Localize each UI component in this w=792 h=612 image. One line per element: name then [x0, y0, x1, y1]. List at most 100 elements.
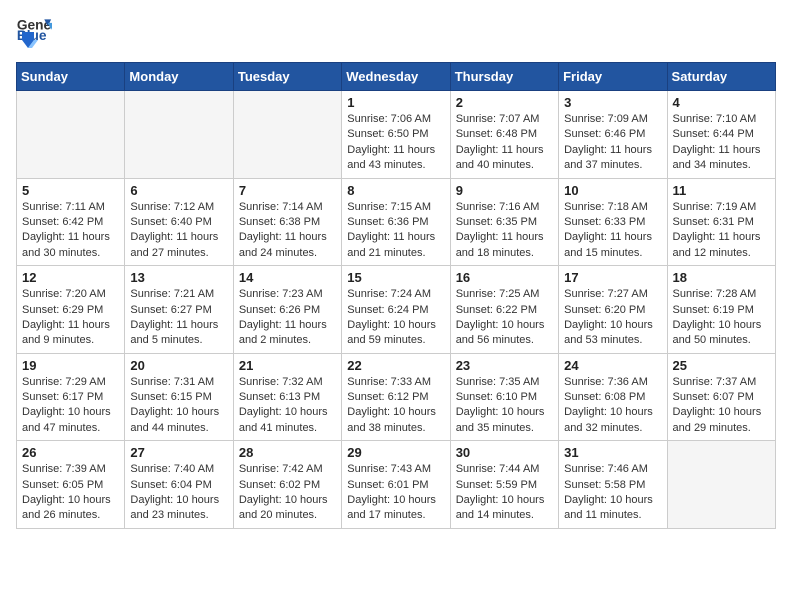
calendar-cell: 4 Sunrise: 7:10 AM Sunset: 6:44 PM Daylig… [667, 91, 775, 179]
calendar-cell: 25 Sunrise: 7:37 AM Sunset: 6:07 PM Dayli… [667, 353, 775, 441]
day-number: 1 [347, 95, 444, 110]
day-info: Sunrise: 7:12 AM Sunset: 6:40 PM Dayligh… [130, 200, 227, 262]
day-number: 7 [239, 183, 336, 198]
calendar-cell: 23 Sunrise: 7:35 AM Sunset: 6:10 PM Dayli… [450, 353, 558, 441]
day-info: Sunrise: 7:09 AM Sunset: 6:46 PM Dayligh… [564, 112, 661, 174]
week-row: 19 Sunrise: 7:29 AM Sunset: 6:17 PM Dayli… [17, 353, 776, 441]
day-number: 31 [564, 445, 661, 460]
calendar-cell: 7 Sunrise: 7:14 AM Sunset: 6:38 PM Daylig… [233, 178, 341, 266]
calendar-cell: 5 Sunrise: 7:11 AM Sunset: 6:42 PM Daylig… [17, 178, 125, 266]
day-info: Sunrise: 7:31 AM Sunset: 6:15 PM Dayligh… [130, 375, 227, 437]
day-info: Sunrise: 7:40 AM Sunset: 6:04 PM Dayligh… [130, 462, 227, 524]
day-info: Sunrise: 7:06 AM Sunset: 6:50 PM Dayligh… [347, 112, 444, 174]
day-number: 25 [673, 358, 770, 373]
day-info: Sunrise: 7:23 AM Sunset: 6:26 PM Dayligh… [239, 287, 336, 349]
day-info: Sunrise: 7:11 AM Sunset: 6:42 PM Dayligh… [22, 200, 119, 262]
day-info: Sunrise: 7:10 AM Sunset: 6:44 PM Dayligh… [673, 112, 770, 174]
calendar-cell: 29Sunrise: 7:43 AM Sunset: 6:01 PM Dayli… [342, 441, 450, 529]
day-info: Sunrise: 7:16 AM Sunset: 6:35 PM Dayligh… [456, 200, 553, 262]
day-info: Sunrise: 7:20 AM Sunset: 6:29 PM Dayligh… [22, 287, 119, 349]
weekday-header-row: SundayMondayTuesdayWednesdayThursdayFrid… [17, 63, 776, 91]
day-number: 16 [456, 270, 553, 285]
calendar-cell: 8 Sunrise: 7:15 AM Sunset: 6:36 PM Daylig… [342, 178, 450, 266]
logo-arrow-icon [18, 30, 38, 50]
day-number: 12 [22, 270, 119, 285]
day-info: Sunrise: 7:15 AM Sunset: 6:36 PM Dayligh… [347, 200, 444, 262]
day-info: Sunrise: 7:35 AM Sunset: 6:10 PM Dayligh… [456, 375, 553, 437]
day-number: 19 [22, 358, 119, 373]
day-info: Sunrise: 7:32 AM Sunset: 6:13 PM Dayligh… [239, 375, 336, 437]
day-info: Sunrise: 7:19 AM Sunset: 6:31 PM Dayligh… [673, 200, 770, 262]
weekday-header: Sunday [17, 63, 125, 91]
calendar-cell: 21 Sunrise: 7:32 AM Sunset: 6:13 PM Dayli… [233, 353, 341, 441]
week-row: 5 Sunrise: 7:11 AM Sunset: 6:42 PM Daylig… [17, 178, 776, 266]
day-info: Sunrise: 7:42 AM Sunset: 6:02 PM Dayligh… [239, 462, 336, 524]
calendar-cell: 20 Sunrise: 7:31 AM Sunset: 6:15 PM Dayli… [125, 353, 233, 441]
calendar-cell: 30 Sunrise: 7:44 AM Sunset: 5:59 PM Dayli… [450, 441, 558, 529]
weekday-header: Tuesday [233, 63, 341, 91]
day-info: Sunrise: 7:33 AM Sunset: 6:12 PM Dayligh… [347, 375, 444, 437]
calendar-cell: 6 Sunrise: 7:12 AM Sunset: 6:40 PM Daylig… [125, 178, 233, 266]
calendar-cell: 3 Sunrise: 7:09 AM Sunset: 6:46 PM Daylig… [559, 91, 667, 179]
week-row: 1 Sunrise: 7:06 AM Sunset: 6:50 PM Daylig… [17, 91, 776, 179]
calendar-cell: 2 Sunrise: 7:07 AM Sunset: 6:48 PM Daylig… [450, 91, 558, 179]
day-number: 28 [239, 445, 336, 460]
calendar-cell: 9Sunrise: 7:16 AM Sunset: 6:35 PM Daylig… [450, 178, 558, 266]
day-number: 27 [130, 445, 227, 460]
weekday-header: Thursday [450, 63, 558, 91]
calendar-cell: 10Sunrise: 7:18 AM Sunset: 6:33 PM Dayli… [559, 178, 667, 266]
page-header: General Blue [16, 16, 776, 50]
calendar-cell: 13 Sunrise: 7:21 AM Sunset: 6:27 PM Dayli… [125, 266, 233, 354]
calendar-cell: 11 Sunrise: 7:19 AM Sunset: 6:31 PM Dayli… [667, 178, 775, 266]
weekday-header: Saturday [667, 63, 775, 91]
week-row: 26 Sunrise: 7:39 AM Sunset: 6:05 PM Dayli… [17, 441, 776, 529]
day-number: 30 [456, 445, 553, 460]
day-number: 5 [22, 183, 119, 198]
day-number: 21 [239, 358, 336, 373]
day-info: Sunrise: 7:37 AM Sunset: 6:07 PM Dayligh… [673, 375, 770, 437]
day-number: 29 [347, 445, 444, 460]
day-number: 26 [22, 445, 119, 460]
calendar-cell [233, 91, 341, 179]
day-number: 15 [347, 270, 444, 285]
day-number: 10 [564, 183, 661, 198]
day-number: 20 [130, 358, 227, 373]
calendar-cell: 19 Sunrise: 7:29 AM Sunset: 6:17 PM Dayli… [17, 353, 125, 441]
calendar-cell [125, 91, 233, 179]
calendar-cell: 17Sunrise: 7:27 AM Sunset: 6:20 PM Dayli… [559, 266, 667, 354]
day-number: 2 [456, 95, 553, 110]
calendar-cell: 1 Sunrise: 7:06 AM Sunset: 6:50 PM Daylig… [342, 91, 450, 179]
day-info: Sunrise: 7:29 AM Sunset: 6:17 PM Dayligh… [22, 375, 119, 437]
calendar-cell [17, 91, 125, 179]
day-info: Sunrise: 7:46 AM Sunset: 5:58 PM Dayligh… [564, 462, 661, 524]
weekday-header: Monday [125, 63, 233, 91]
day-info: Sunrise: 7:28 AM Sunset: 6:19 PM Dayligh… [673, 287, 770, 349]
day-info: Sunrise: 7:21 AM Sunset: 6:27 PM Dayligh… [130, 287, 227, 349]
day-info: Sunrise: 7:39 AM Sunset: 6:05 PM Dayligh… [22, 462, 119, 524]
day-info: Sunrise: 7:27 AM Sunset: 6:20 PM Dayligh… [564, 287, 661, 349]
day-info: Sunrise: 7:25 AM Sunset: 6:22 PM Dayligh… [456, 287, 553, 349]
calendar-cell: 14 Sunrise: 7:23 AM Sunset: 6:26 PM Dayli… [233, 266, 341, 354]
day-number: 3 [564, 95, 661, 110]
calendar-cell: 18Sunrise: 7:28 AM Sunset: 6:19 PM Dayli… [667, 266, 775, 354]
week-row: 12 Sunrise: 7:20 AM Sunset: 6:29 PM Dayli… [17, 266, 776, 354]
day-number: 24 [564, 358, 661, 373]
calendar-cell: 22Sunrise: 7:33 AM Sunset: 6:12 PM Dayli… [342, 353, 450, 441]
day-number: 11 [673, 183, 770, 198]
weekday-header: Wednesday [342, 63, 450, 91]
day-info: Sunrise: 7:07 AM Sunset: 6:48 PM Dayligh… [456, 112, 553, 174]
day-number: 14 [239, 270, 336, 285]
day-number: 6 [130, 183, 227, 198]
calendar-cell: 16 Sunrise: 7:25 AM Sunset: 6:22 PM Dayli… [450, 266, 558, 354]
day-info: Sunrise: 7:24 AM Sunset: 6:24 PM Dayligh… [347, 287, 444, 349]
day-info: Sunrise: 7:44 AM Sunset: 5:59 PM Dayligh… [456, 462, 553, 524]
day-number: 4 [673, 95, 770, 110]
day-info: Sunrise: 7:36 AM Sunset: 6:08 PM Dayligh… [564, 375, 661, 437]
calendar-cell: 26 Sunrise: 7:39 AM Sunset: 6:05 PM Dayli… [17, 441, 125, 529]
day-number: 13 [130, 270, 227, 285]
day-info: Sunrise: 7:14 AM Sunset: 6:38 PM Dayligh… [239, 200, 336, 262]
day-number: 23 [456, 358, 553, 373]
day-number: 8 [347, 183, 444, 198]
calendar-cell: 28 Sunrise: 7:42 AM Sunset: 6:02 PM Dayli… [233, 441, 341, 529]
calendar-cell: 15 Sunrise: 7:24 AM Sunset: 6:24 PM Dayli… [342, 266, 450, 354]
